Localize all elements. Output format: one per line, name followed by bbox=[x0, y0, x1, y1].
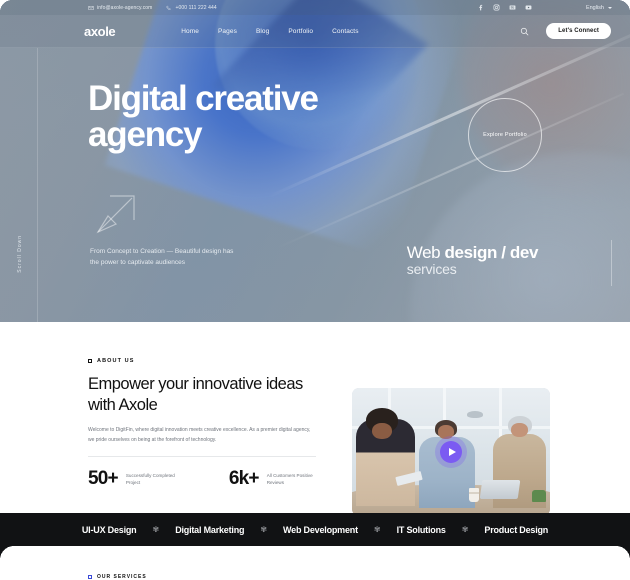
marquee-item[interactable]: Web Development bbox=[283, 525, 358, 535]
photo-person-center-face bbox=[438, 425, 454, 440]
photo-plant bbox=[532, 490, 547, 502]
about-video-card[interactable] bbox=[352, 388, 550, 516]
nav-menu: Home Pages Blog Portfolio Contacts bbox=[181, 28, 358, 35]
marquee-item[interactable]: Product Design bbox=[484, 525, 548, 535]
play-triangle bbox=[448, 448, 456, 456]
mail-icon bbox=[88, 5, 94, 10]
hero-top-right-corner bbox=[618, 0, 630, 12]
page-root: info@axole-agency.com +000 111 222 444 B… bbox=[0, 0, 630, 580]
square-bullet-icon bbox=[88, 359, 92, 363]
square-bullet-icon bbox=[88, 575, 92, 579]
hero-subtext: From Concept to Creation — Beautiful des… bbox=[90, 248, 234, 266]
instagram-icon[interactable] bbox=[493, 4, 500, 11]
photo-laptop bbox=[479, 480, 520, 500]
search-icon[interactable] bbox=[520, 27, 529, 36]
stat-item: 6k+ All Customers Positive Reviews bbox=[229, 469, 322, 488]
chevron-down-icon bbox=[608, 6, 612, 9]
nav-item-blog[interactable]: Blog bbox=[256, 28, 269, 35]
flower-asterisk-icon: ✾ bbox=[260, 525, 268, 534]
about-tag-label: ABOUT US bbox=[97, 358, 135, 364]
topbar-phone-text: +000 111 222 444 bbox=[175, 4, 217, 11]
flower-asterisk-icon: ✾ bbox=[373, 525, 381, 534]
facebook-icon[interactable] bbox=[477, 4, 484, 11]
photo-coffee-cup bbox=[468, 487, 479, 502]
nav-item-home[interactable]: Home bbox=[181, 28, 199, 35]
hero-right-divider bbox=[611, 240, 612, 286]
site-logo[interactable]: axole bbox=[84, 24, 116, 39]
topbar-right-group: Be English bbox=[477, 4, 612, 11]
arrow-up-right-icon bbox=[92, 190, 140, 238]
hero-section: info@axole-agency.com +000 111 222 444 B… bbox=[0, 0, 630, 322]
marquee-item[interactable]: Digital Marketing bbox=[175, 525, 244, 535]
lets-connect-button[interactable]: Let's Connect bbox=[546, 23, 611, 39]
svg-text:Be: Be bbox=[511, 6, 515, 10]
photo-person-left-face bbox=[371, 422, 392, 440]
stat-value: 6k+ bbox=[228, 467, 260, 489]
explore-portfolio-button[interactable]: Explore Portfolio bbox=[468, 98, 542, 172]
hero-services-line2: services bbox=[406, 261, 457, 277]
next-section-label: OUR SERVICES bbox=[97, 574, 147, 580]
stat-label: All Customers Positive Reviews bbox=[266, 472, 313, 486]
next-section-peek: OUR SERVICES bbox=[0, 546, 630, 580]
youtube-icon[interactable] bbox=[525, 4, 532, 11]
hero-services-emphasis: design / dev bbox=[444, 243, 539, 262]
stat-value: 50+ bbox=[88, 467, 119, 489]
hero-top-left-corner bbox=[0, 0, 12, 12]
nav-item-pages[interactable]: Pages bbox=[218, 28, 237, 35]
hero-services-text: Web design / dev services bbox=[406, 243, 539, 277]
language-selector[interactable]: English bbox=[586, 5, 612, 11]
services-marquee: UI-UX Design ✾ Digital Marketing ✾ Web D… bbox=[0, 513, 630, 546]
marquee-bottom-right-corner bbox=[616, 546, 630, 560]
about-divider bbox=[88, 455, 316, 457]
play-button-icon[interactable] bbox=[440, 441, 462, 463]
photo-person-right-face bbox=[511, 422, 529, 437]
hero-services-web: Web bbox=[406, 243, 445, 262]
scroll-down-indicator[interactable]: Scroll Down bbox=[17, 235, 23, 273]
nav-item-portfolio[interactable]: Portfolio bbox=[288, 28, 313, 35]
main-navigation: axole Home Pages Blog Portfolio Contacts… bbox=[0, 15, 630, 48]
language-label: English bbox=[585, 4, 604, 11]
next-section-tag: OUR SERVICES bbox=[88, 574, 147, 580]
topbar-email-text: info@axole-agency.com bbox=[97, 4, 153, 11]
nav-item-contacts[interactable]: Contacts bbox=[332, 28, 358, 35]
phone-icon bbox=[166, 5, 172, 10]
topbar-contact-group: info@axole-agency.com +000 111 222 444 bbox=[88, 5, 217, 11]
hero-title: Digital creative agency bbox=[88, 79, 319, 155]
flower-asterisk-icon: ✾ bbox=[461, 525, 469, 534]
stat-label: Successfully Completed Project bbox=[125, 472, 175, 486]
topbar-email[interactable]: info@axole-agency.com bbox=[88, 5, 152, 11]
marquee-bottom-left-corner bbox=[0, 546, 14, 560]
about-tag: ABOUT US bbox=[88, 358, 630, 364]
social-links: Be bbox=[477, 4, 532, 11]
topbar-phone[interactable]: +000 111 222 444 bbox=[166, 4, 217, 11]
behance-icon[interactable]: Be bbox=[509, 4, 516, 11]
nav-right-group: Let's Connect bbox=[520, 23, 611, 39]
about-paragraph: Welcome to DigitFin, where digital innov… bbox=[88, 427, 311, 443]
marquee-item[interactable]: IT Solutions bbox=[397, 525, 446, 535]
flower-asterisk-icon: ✾ bbox=[152, 525, 160, 534]
about-heading: Empower your innovative ideas with Axole bbox=[88, 375, 303, 414]
top-utility-bar: info@axole-agency.com +000 111 222 444 B… bbox=[0, 0, 630, 15]
hero-services-line1: Web design / dev bbox=[406, 243, 539, 263]
photo-ceiling-lamp bbox=[466, 411, 483, 419]
marquee-item[interactable]: UI-UX Design bbox=[82, 525, 137, 535]
stat-item: 50+ Successfully Completed Project bbox=[88, 469, 181, 488]
explore-portfolio-label: Explore Portfolio bbox=[483, 132, 527, 138]
